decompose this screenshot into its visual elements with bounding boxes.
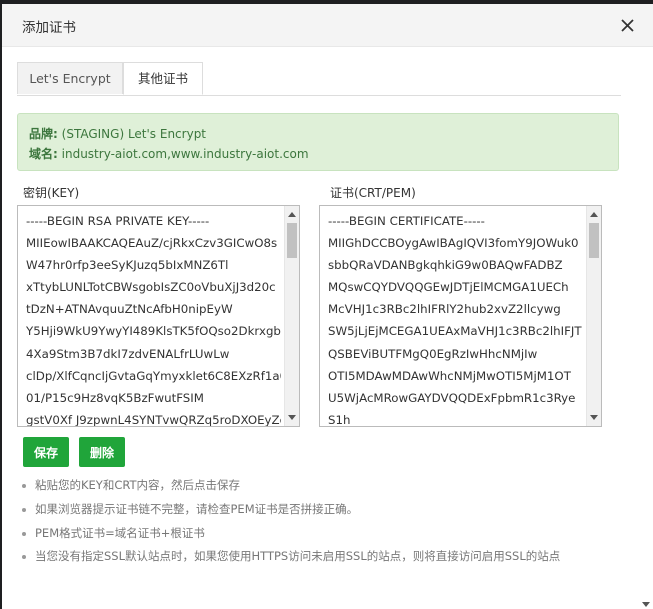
scroll-up-icon[interactable] — [288, 212, 296, 217]
cert-line: sbbQRaVDANBgkqhkiG9w0BAQwFADBZ — [328, 258, 563, 273]
cert-line: MQswCQYDVQQGEwJDTjElMCMGA1UECh — [328, 280, 569, 295]
scroll-down-icon[interactable] — [288, 415, 296, 420]
cert-line: OTI5MDAwMDAwWhcNMjMwOTI5MjM1OT — [328, 368, 571, 383]
delete-button[interactable]: 删除 — [79, 437, 125, 467]
key-line: Y5Hji9WkU9YwyYI489KlsTK5fOQso2Dkrxgb — [26, 324, 281, 339]
scroll-down-icon[interactable] — [590, 415, 598, 420]
key-line: clDp/XlfCqncIjGvtaGqYmyxklet6C8EXzRf1a0 — [26, 368, 281, 383]
key-field-label: 密钥(KEY) — [23, 186, 80, 200]
add-certificate-dialog: 添加证书 Let's Encrypt 其他证书 品牌: (STAGING) Le… — [2, 4, 653, 609]
cert-scrollbar[interactable] — [586, 206, 601, 426]
domain-value: industry-aiot.com,www.industry-aiot.com — [61, 147, 309, 161]
cert-line: S1h — [328, 412, 351, 427]
certificate-tabs: Let's Encrypt 其他证书 — [17, 62, 621, 96]
brand-label: 品牌: — [29, 127, 58, 141]
tab-lets-encrypt[interactable]: Let's Encrypt — [17, 62, 123, 94]
key-scrollbar[interactable] — [284, 206, 299, 426]
key-line: -----BEGIN RSA PRIVATE KEY----- — [26, 214, 210, 228]
cert-line: U5WjAcMRowGAYDVQQDExFpbmR1c3Rye — [328, 390, 576, 405]
tip-item: PEM格式证书=域名证书+根证书 — [21, 522, 641, 546]
tip-item: 当您没有指定SSL默认站点时，如果您使用HTTPS访问未启用SSL的站点，则将直… — [21, 545, 641, 569]
domain-line: 域名: industry-aiot.com,www.industry-aiot.… — [29, 144, 607, 164]
key-line: MIIEowIBAAKCAQEAuZ/cjRkxCzv3GICwO8s — [26, 236, 278, 251]
scrollbar-thumb[interactable] — [287, 223, 297, 258]
brand-line: 品牌: (STAGING) Let's Encrypt — [29, 124, 607, 144]
scrollbar-thumb[interactable] — [589, 223, 599, 258]
tab-other-certificate[interactable]: 其他证书 — [123, 62, 203, 95]
key-line: 01/P15c9Hz8vqK5BzFwutFSIM — [26, 390, 204, 405]
tips-list: 粘贴您的KEY和CRT内容，然后点击保存 如果浏览器提示证书链不完整，请检查PE… — [21, 474, 641, 569]
cert-line: McVHJ1c3RBc2lhIFRlY2hub2xvZ2llcywg — [328, 302, 561, 317]
key-textarea-content: -----BEGIN RSA PRIVATE KEY----- MIIEowIB… — [26, 210, 281, 427]
key-line: gstV0Xf J9zpwnL4SYNTvwQRZq5roDXOEyZc — [26, 412, 281, 427]
key-line: W47hr0rfp3eeSyKJuzq5bIxMNZ6Tl — [26, 258, 229, 273]
cert-textarea-content: -----BEGIN CERTIFICATE----- MIIGhDCCBOyg… — [328, 210, 583, 427]
save-button[interactable]: 保存 — [23, 437, 69, 467]
key-line: tDzN+ATNAvquuZtNcAfbH0nipEyW — [26, 302, 233, 317]
cert-textarea[interactable]: -----BEGIN CERTIFICATE----- MIIGhDCCBOyg… — [319, 205, 602, 427]
brand-value: (STAGING) Let's Encrypt — [61, 127, 207, 141]
close-icon[interactable] — [616, 14, 638, 36]
dialog-scroll-down-icon[interactable] — [642, 602, 650, 607]
tip-item: 粘贴您的KEY和CRT内容，然后点击保存 — [21, 474, 641, 498]
dialog-header: 添加证书 — [2, 4, 653, 47]
key-textarea[interactable]: -----BEGIN RSA PRIVATE KEY----- MIIEowIB… — [17, 205, 300, 427]
certificate-info-box: 品牌: (STAGING) Let's Encrypt 域名: industry… — [17, 113, 619, 171]
cert-line: QSBEViBUTFMgQ0EgRzIwHhcNMjIw — [328, 346, 538, 361]
cert-line: MIIGhDCCBOygAwIBAgIQVI3fomY9JOWuk0 — [328, 236, 579, 251]
cert-line: SW5jLjEjMCEGA1UEAxMaVHJ1c3RBc2lhIFJT — [328, 324, 582, 339]
domain-label: 域名: — [29, 147, 58, 161]
cert-field-label: 证书(CRT/PEM) — [330, 186, 416, 200]
scroll-up-icon[interactable] — [590, 212, 598, 217]
tip-item: 如果浏览器提示证书链不完整，请检查PEM证书是否拼接正确。 — [21, 498, 641, 522]
key-line: 4Xa9Stm3B7dkI7zdvENALfrLUwLw — [26, 346, 230, 361]
dialog-title: 添加证书 — [22, 20, 76, 36]
key-line: xTtybLUNLTotCBWsgobIsZC0oVbuXjJ3d20c — [26, 280, 276, 295]
cert-line: -----BEGIN CERTIFICATE----- — [328, 214, 485, 228]
